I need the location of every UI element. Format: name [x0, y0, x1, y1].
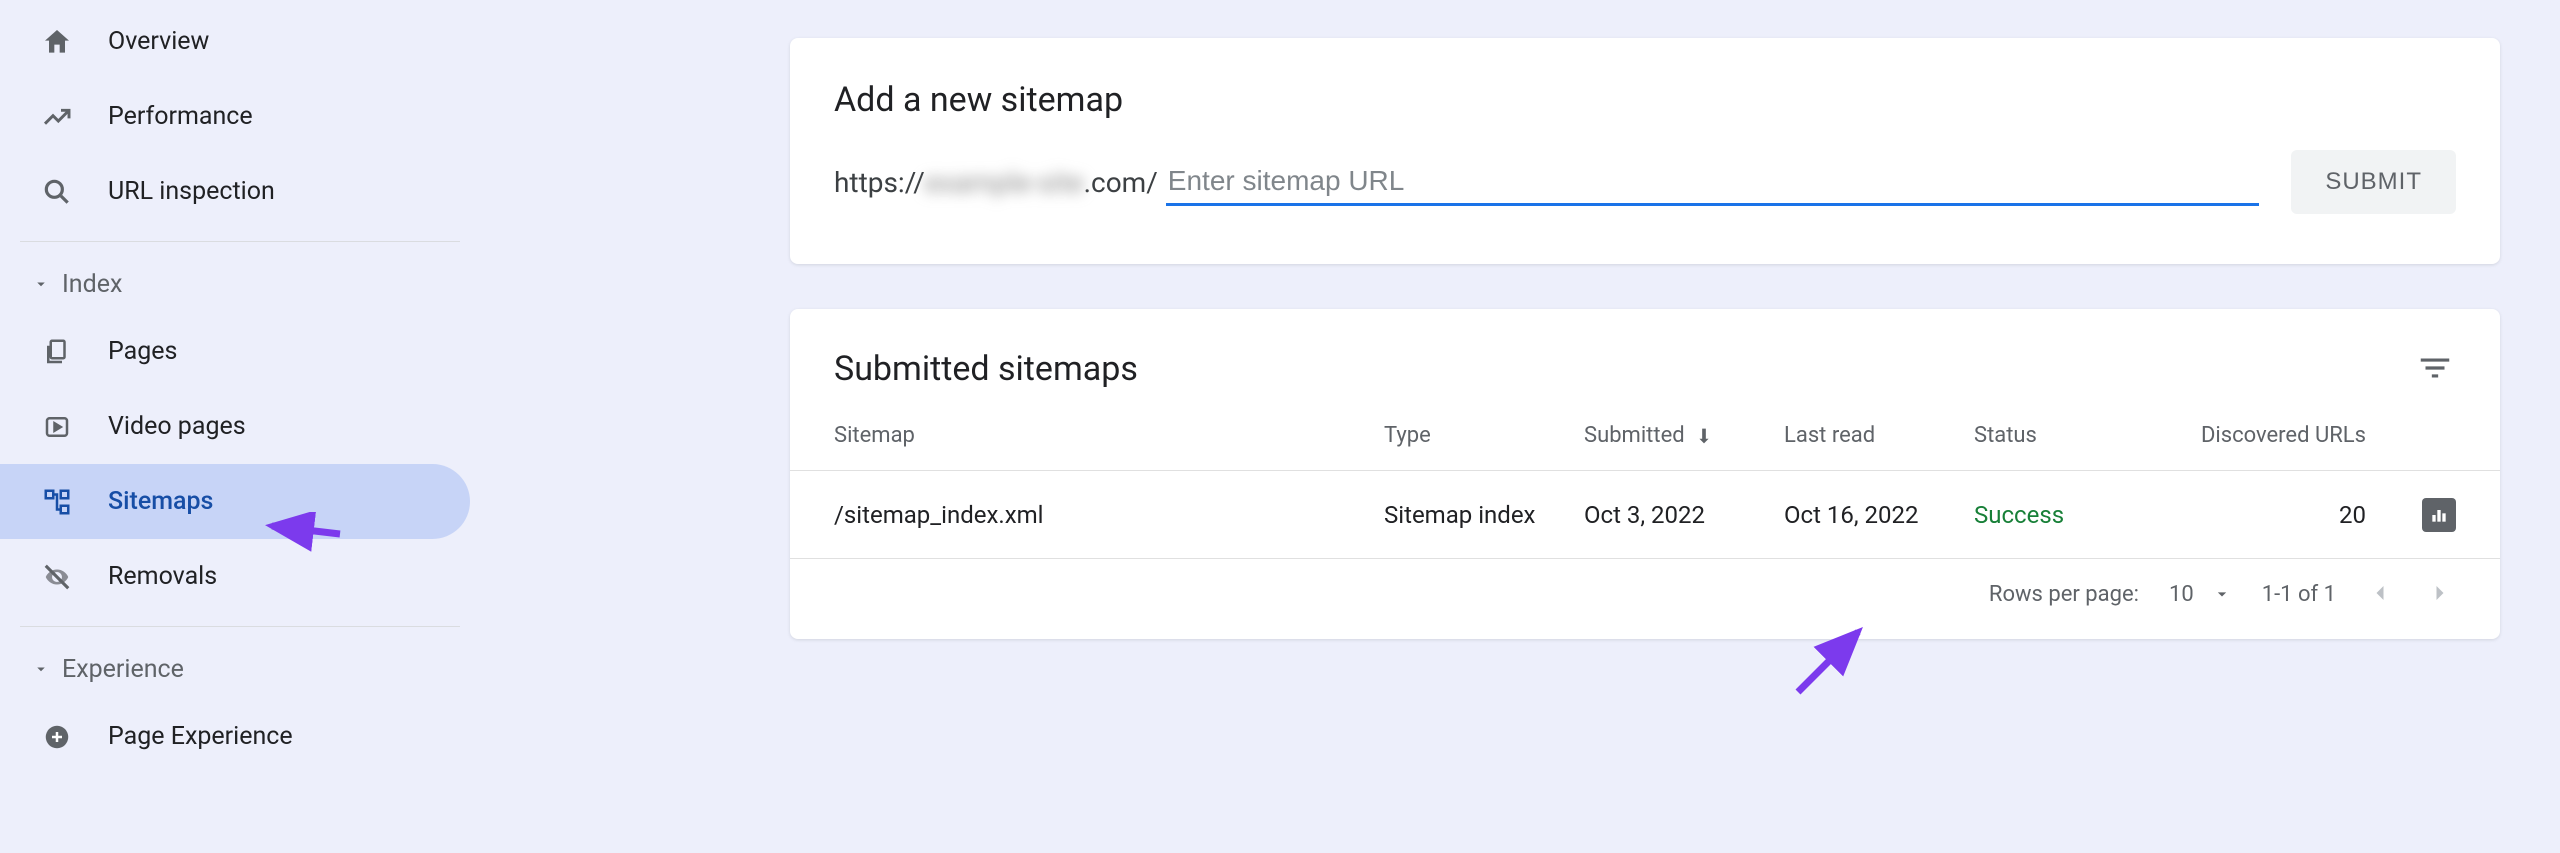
sidebar-item-url-inspection[interactable]: URL inspection: [0, 154, 470, 229]
sidebar-section-index[interactable]: Index: [0, 254, 480, 314]
sitemap-url-input[interactable]: [1166, 159, 2260, 206]
cell-type: Sitemap index: [1384, 501, 1584, 529]
add-sitemap-form: https://example-site.com/ SUBMIT: [790, 150, 2500, 264]
pagination: Rows per page: 10 1-1 of 1: [790, 559, 2500, 639]
sitemaps-table: Sitemap Type Submitted Last read Status …: [790, 401, 2500, 559]
submitted-sitemaps-card: Submitted sitemaps Sitemap Type Submitte…: [790, 309, 2500, 639]
sidebar-item-label: Video pages: [108, 412, 246, 441]
cell-submitted: Oct 3, 2022: [1584, 501, 1784, 529]
col-header-discovered[interactable]: Discovered URLs: [2184, 423, 2406, 448]
sidebar-item-performance[interactable]: Performance: [0, 79, 470, 154]
video-icon: [38, 408, 76, 446]
add-sitemap-title: Add a new sitemap: [790, 38, 2500, 150]
sidebar-section-experience[interactable]: Experience: [0, 639, 480, 699]
col-header-lastread[interactable]: Last read: [1784, 423, 1974, 448]
sidebar: Overview Performance URL inspection Inde…: [0, 0, 480, 853]
chevron-down-icon: [30, 658, 52, 680]
col-header-status[interactable]: Status: [1974, 423, 2184, 448]
trending-up-icon: [38, 98, 76, 136]
add-sitemap-card: Add a new sitemap https://example-site.c…: [790, 38, 2500, 264]
submitted-title: Submitted sitemaps: [834, 349, 1138, 389]
table-header: Sitemap Type Submitted Last read Status …: [790, 401, 2500, 471]
sitemap-icon: [38, 483, 76, 521]
sidebar-item-label: Pages: [108, 337, 177, 366]
sidebar-item-pages[interactable]: Pages: [0, 314, 470, 389]
cell-status: Success: [1974, 501, 2184, 529]
divider: [20, 626, 460, 627]
url-prefix: https://example-site.com/: [834, 166, 1158, 199]
rows-per-page-label: Rows per page:: [1989, 582, 2139, 607]
sidebar-item-label: URL inspection: [108, 177, 275, 206]
prev-page-button[interactable]: [2366, 579, 2396, 609]
sidebar-item-sitemaps[interactable]: Sitemaps: [0, 464, 470, 539]
chart-button[interactable]: [2422, 498, 2456, 532]
visibility-off-icon: [38, 558, 76, 596]
table-row[interactable]: /sitemap_index.xml Sitemap index Oct 3, …: [790, 471, 2500, 559]
col-header-sitemap[interactable]: Sitemap: [834, 423, 1384, 448]
sidebar-item-label: Sitemaps: [108, 487, 213, 516]
sort-down-icon: [1693, 425, 1715, 447]
rows-per-page-select[interactable]: 10: [2169, 582, 2232, 607]
col-header-type[interactable]: Type: [1384, 423, 1584, 448]
sidebar-item-label: Removals: [108, 562, 217, 591]
main-content: Add a new sitemap https://example-site.c…: [480, 0, 2560, 853]
chevron-down-icon: [30, 273, 52, 295]
next-page-button[interactable]: [2426, 579, 2456, 609]
circle-plus-icon: [38, 718, 76, 756]
divider: [20, 241, 460, 242]
chevron-down-icon: [2212, 584, 2232, 604]
sidebar-item-overview[interactable]: Overview: [0, 4, 470, 79]
sidebar-item-video-pages[interactable]: Video pages: [0, 389, 470, 464]
filter-icon[interactable]: [2416, 349, 2456, 389]
home-icon: [38, 23, 76, 61]
pages-icon: [38, 333, 76, 371]
cell-discovered: 20: [2184, 501, 2406, 529]
sidebar-item-page-experience[interactable]: Page Experience: [0, 699, 470, 774]
cell-sitemap: /sitemap_index.xml: [834, 501, 1384, 529]
sidebar-section-label: Experience: [62, 655, 184, 684]
sidebar-item-label: Overview: [108, 27, 209, 56]
cell-lastread: Oct 16, 2022: [1784, 501, 1974, 529]
sidebar-section-label: Index: [62, 270, 122, 299]
sidebar-item-removals[interactable]: Removals: [0, 539, 470, 614]
submit-button[interactable]: SUBMIT: [2291, 150, 2456, 214]
sidebar-item-label: Page Experience: [108, 722, 293, 751]
search-icon: [38, 173, 76, 211]
col-header-submitted[interactable]: Submitted: [1584, 423, 1784, 448]
sidebar-item-label: Performance: [108, 102, 253, 131]
page-range: 1-1 of 1: [2262, 582, 2336, 607]
